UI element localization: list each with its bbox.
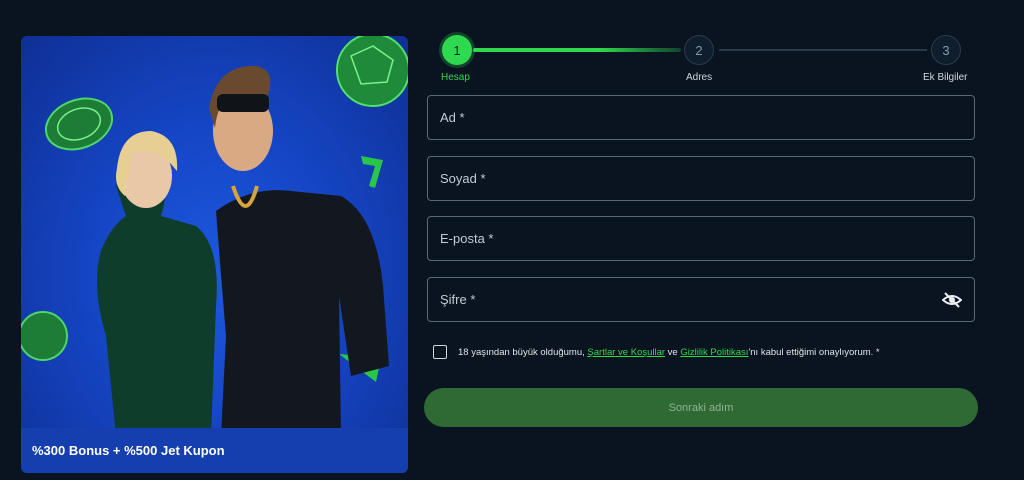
- sunglasses-graphic: [217, 94, 269, 112]
- step-1-label: Hesap: [441, 72, 470, 83]
- step-2-label: Adres: [686, 72, 713, 83]
- email-field[interactable]: [427, 216, 975, 261]
- step-3-number: 3: [942, 42, 950, 58]
- password-field[interactable]: [427, 277, 975, 322]
- first-name-input[interactable]: [440, 110, 920, 125]
- password-input[interactable]: [440, 292, 920, 307]
- step-2-number: 2: [695, 42, 703, 58]
- progress-line-inactive: [719, 49, 927, 51]
- step-3-circle[interactable]: 3: [931, 35, 961, 65]
- terms-link[interactable]: Şartlar ve Koşullar: [587, 347, 665, 358]
- promo-caption: %300 Bonus + %500 Jet Kupon: [32, 443, 225, 458]
- consent-text: 18 yaşından büyük olduğumu, Şartlar ve K…: [458, 347, 880, 358]
- registration-page: %300 Bonus + %500 Jet Kupon 1 Hesap 2 Ad…: [0, 0, 1024, 480]
- last-name-field[interactable]: [427, 156, 975, 201]
- progress-line-active: [473, 48, 681, 52]
- consent-prefix: 18 yaşından büyük olduğumu,: [458, 346, 588, 358]
- email-input[interactable]: [440, 231, 920, 246]
- seven-graphic: [361, 156, 383, 188]
- eye-slash-icon[interactable]: [942, 291, 962, 309]
- promo-banner: %300 Bonus + %500 Jet Kupon: [21, 36, 408, 473]
- privacy-link[interactable]: Gizlilik Politikası: [680, 347, 748, 358]
- consent-checkbox[interactable]: [433, 345, 447, 359]
- step-2-circle[interactable]: 2: [684, 35, 714, 65]
- consent-middle: ve: [665, 346, 681, 358]
- step-3-label: Ek Bilgiler: [923, 72, 968, 83]
- promo-illustration: [21, 36, 408, 436]
- ball-graphic: [21, 311, 68, 361]
- step-1-number: 1: [453, 42, 461, 58]
- next-step-button[interactable]: Sonraki adım: [424, 388, 978, 427]
- promo-caption-bar: %300 Bonus + %500 Jet Kupon: [21, 428, 408, 473]
- consent-suffix: 'nı kabul ettiğimi onaylıyorum. *: [748, 346, 880, 358]
- step-1-circle[interactable]: 1: [442, 35, 472, 65]
- chip-graphic: [45, 97, 113, 151]
- last-name-input[interactable]: [440, 171, 920, 186]
- man-figure: [216, 190, 389, 436]
- first-name-field[interactable]: [427, 95, 975, 140]
- consent-row: 18 yaşından büyük olduğumu, Şartlar ve K…: [433, 345, 880, 359]
- registration-stepper: 1 Hesap 2 Adres 3 Ek Bilgiler: [427, 30, 975, 90]
